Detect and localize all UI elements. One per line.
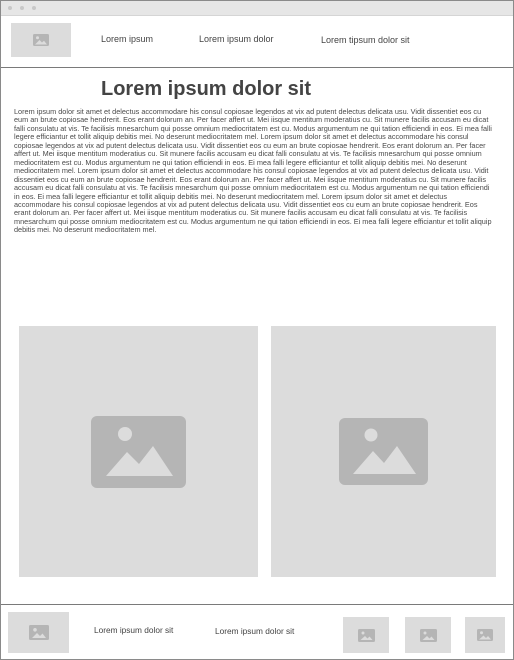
article-body: Lorem ipsum dolor sit amet et delectus a… [14, 107, 492, 235]
page-title: Lorem ipsum dolor sit [101, 78, 312, 100]
image-placeholder-icon [33, 34, 49, 46]
window-dot-icon [32, 6, 36, 10]
nav-link-1[interactable]: Lorem ipsum [101, 34, 153, 44]
window-dot-icon [20, 6, 24, 10]
gallery-image-left [19, 326, 258, 577]
image-placeholder-icon [91, 415, 186, 488]
site-header: Lorem ipsum Lorem ipsum dolor Lorem tips… [1, 16, 513, 68]
window-dot-icon [8, 6, 12, 10]
footer-icon-2[interactable] [405, 617, 451, 653]
image-placeholder-icon [339, 418, 428, 485]
footer-logo-placeholder[interactable] [8, 612, 69, 653]
logo-placeholder[interactable] [11, 23, 71, 57]
footer-icon-1[interactable] [343, 617, 389, 653]
image-placeholder-icon [419, 628, 437, 642]
image-placeholder-icon [357, 628, 375, 642]
footer-link-2[interactable]: Lorem ipsum dolor sit [215, 626, 294, 636]
footer-link-1[interactable]: Lorem ipsum dolor sit [94, 625, 173, 635]
footer-icon-3[interactable] [465, 617, 505, 653]
nav-link-2[interactable]: Lorem ipsum dolor [199, 34, 274, 44]
image-placeholder-icon [477, 629, 493, 641]
browser-titlebar [1, 1, 513, 16]
site-footer: Lorem ipsum dolor sit Lorem ipsum dolor … [1, 604, 513, 660]
gallery-image-right [271, 326, 496, 577]
nav-link-3[interactable]: Lorem tipsum dolor sit [321, 35, 410, 45]
page-frame: Lorem ipsum Lorem ipsum dolor Lorem tips… [0, 0, 514, 660]
image-placeholder-icon [28, 625, 49, 640]
